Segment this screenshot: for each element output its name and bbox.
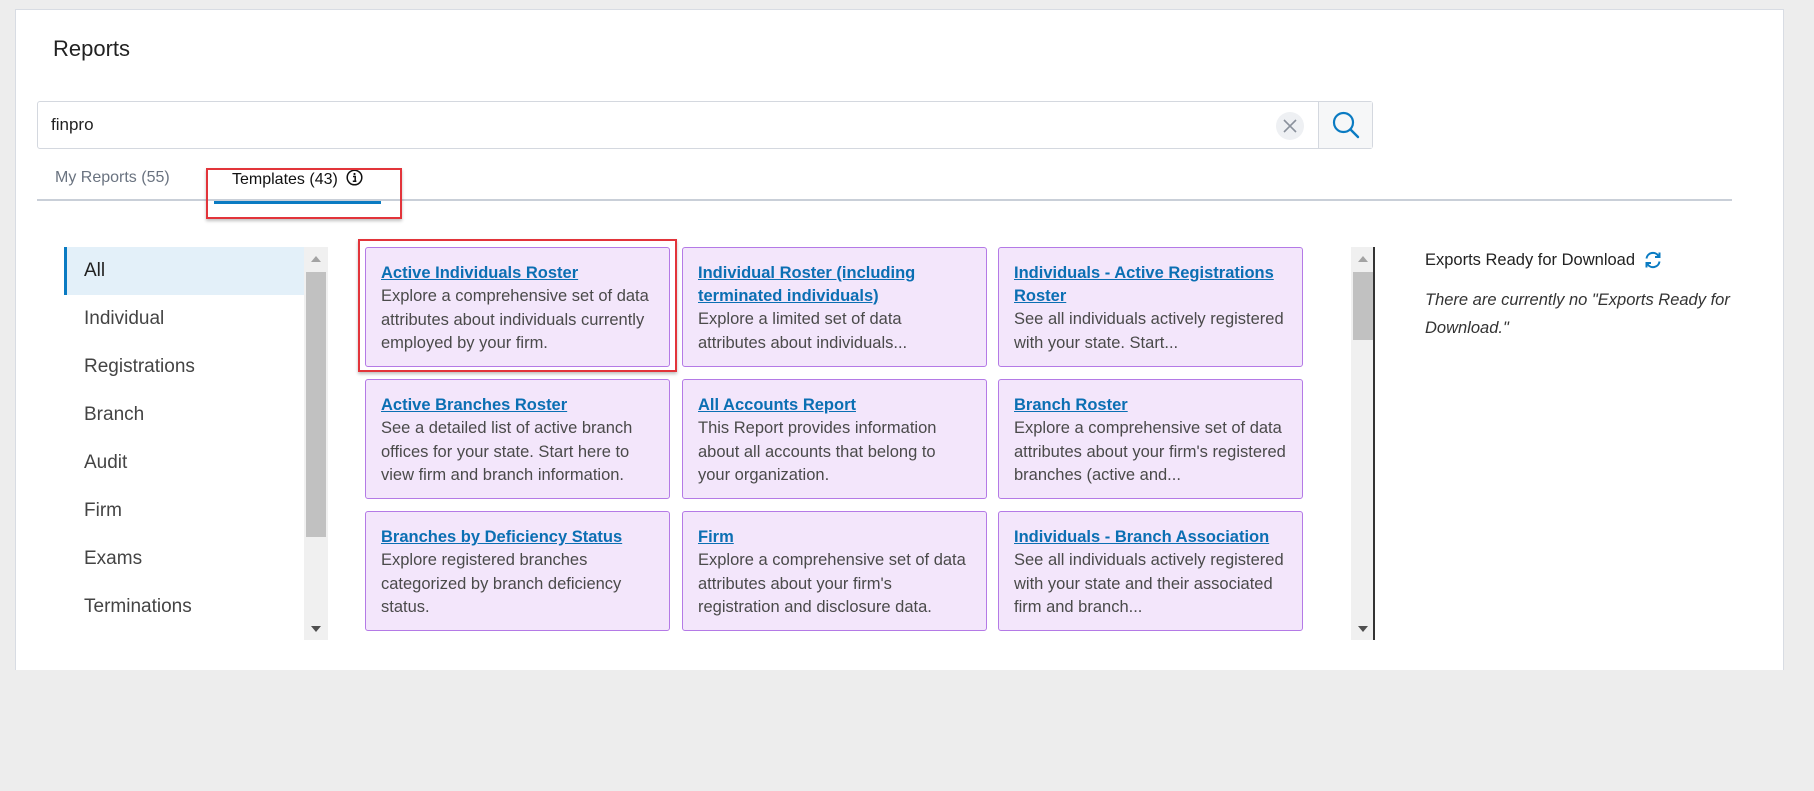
template-title-link[interactable]: Individuals - Active Registrations Roste…	[1014, 262, 1288, 308]
template-title-link[interactable]: Active Individuals Roster	[381, 262, 655, 285]
page-title: Reports	[53, 36, 131, 61]
sidebar-item-all[interactable]: All	[64, 247, 304, 295]
tab-label: Templates (43)	[232, 171, 338, 188]
template-title-link[interactable]: Branch Roster	[1014, 394, 1288, 417]
exports-title: Exports Ready for Download	[1425, 250, 1636, 269]
clear-search-button[interactable]	[1276, 112, 1304, 140]
scroll-up-arrow-icon[interactable]	[1358, 256, 1368, 262]
template-description: Explore a comprehensive set of data attr…	[381, 287, 649, 352]
template-card[interactable]: Individuals - Branch Association See all…	[998, 511, 1303, 631]
sidebar-scroll-thumb[interactable]	[306, 272, 326, 537]
exports-empty-message: There are currently no "Exports Ready fo…	[1425, 291, 1730, 337]
sidebar-item-individual[interactable]: Individual	[64, 295, 304, 343]
close-icon	[1283, 119, 1297, 133]
search-button[interactable]	[1318, 102, 1372, 148]
template-title-link[interactable]: All Accounts Report	[698, 394, 972, 417]
template-description: Explore registered branches categorized …	[381, 551, 622, 616]
template-card[interactable]: Individuals - Active Registrations Roste…	[998, 247, 1303, 367]
search-icon	[1332, 111, 1359, 139]
template-card[interactable]: Branch Roster Explore a comprehensive se…	[998, 379, 1303, 499]
template-card[interactable]: Active Branches Roster See a detailed li…	[365, 379, 670, 499]
template-description: This Report provides information about a…	[698, 419, 937, 484]
tab-templates[interactable]: Templates (43)	[214, 169, 382, 204]
sidebar-item-exams[interactable]: Exams	[64, 535, 304, 583]
sidebar-item-audit[interactable]: Audit	[64, 439, 304, 487]
sidebar-item-registrations[interactable]: Registrations	[64, 343, 304, 391]
sidebar-item-branch[interactable]: Branch	[64, 391, 304, 439]
template-card[interactable]: Active Individuals Roster Explore a comp…	[365, 247, 670, 367]
info-icon[interactable]	[346, 169, 363, 186]
template-description: See a detailed list of active branch off…	[381, 419, 633, 484]
template-card[interactable]: Branches by Deficiency Status Explore re…	[365, 511, 670, 631]
template-title-link[interactable]: Branches by Deficiency Status	[381, 526, 655, 549]
template-description: Explore a comprehensive set of data attr…	[698, 551, 966, 616]
exports-panel: Exports Ready for Download There are cur…	[1425, 250, 1735, 342]
template-description: Explore a limited set of data attributes…	[698, 310, 908, 352]
template-description: See all individuals actively registered …	[1014, 551, 1284, 616]
template-card[interactable]: Firm Explore a comprehensive set of data…	[682, 511, 987, 631]
tab-my-reports[interactable]: My Reports (55)	[55, 169, 170, 201]
template-card[interactable]: All Accounts Report This Report provides…	[682, 379, 987, 499]
sidebar-scrollbar[interactable]	[304, 247, 328, 640]
sidebar-item-firm[interactable]: Firm	[64, 487, 304, 535]
scroll-down-arrow-icon[interactable]	[311, 626, 321, 632]
search-input[interactable]	[38, 102, 1276, 148]
scroll-down-arrow-icon[interactable]	[1358, 626, 1368, 632]
tab-label: My Reports (55)	[55, 169, 170, 186]
category-list: All Individual Registrations Branch Audi…	[64, 247, 304, 631]
template-description: See all individuals actively registered …	[1014, 310, 1284, 352]
refresh-icon[interactable]	[1643, 250, 1663, 270]
category-sidebar: All Individual Registrations Branch Audi…	[64, 247, 328, 640]
report-tabs: My Reports (55) Templates (43)	[37, 159, 1732, 204]
search-bar	[37, 101, 1373, 149]
template-description: Explore a comprehensive set of data attr…	[1014, 419, 1286, 484]
exports-heading: Exports Ready for Download	[1425, 250, 1735, 270]
templates-scrollbar[interactable]	[1351, 247, 1375, 640]
template-title-link[interactable]: Active Branches Roster	[381, 394, 655, 417]
templates-scroll-thumb[interactable]	[1353, 272, 1373, 340]
template-title-link[interactable]: Individuals - Branch Association	[1014, 526, 1288, 549]
template-title-link[interactable]: Individual Roster (including terminated …	[698, 262, 972, 308]
sidebar-item-terminations[interactable]: Terminations	[64, 583, 304, 631]
scroll-up-arrow-icon[interactable]	[311, 256, 321, 262]
template-card[interactable]: Individual Roster (including terminated …	[682, 247, 987, 367]
template-title-link[interactable]: Firm	[698, 526, 972, 549]
active-tab-indicator	[214, 201, 382, 204]
